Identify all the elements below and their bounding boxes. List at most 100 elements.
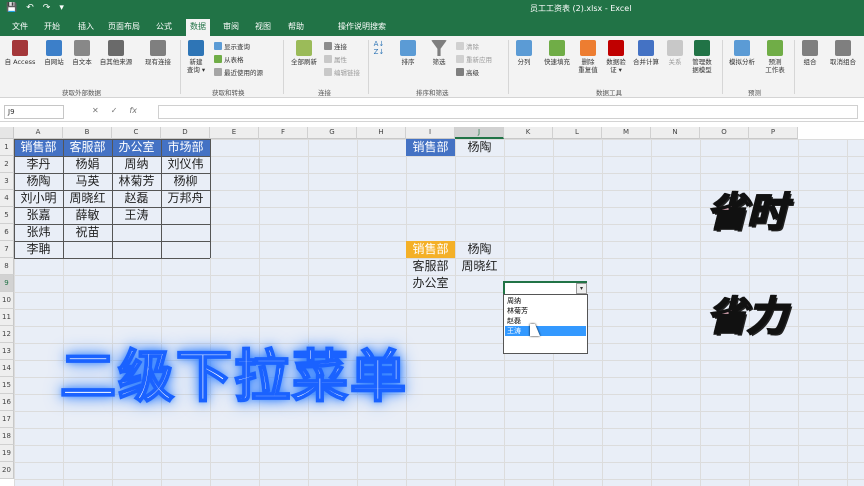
- from-text-button[interactable]: 自文本: [68, 40, 96, 66]
- row-header-13[interactable]: 13: [0, 343, 14, 360]
- flash-fill-button[interactable]: 快速填充: [540, 40, 574, 66]
- column-header-g[interactable]: G: [308, 127, 357, 139]
- table-cell[interactable]: 周晓红: [63, 190, 112, 207]
- column-header-b[interactable]: B: [63, 127, 112, 139]
- refresh-all-button[interactable]: 全部刷新: [287, 40, 321, 66]
- redo-icon[interactable]: ↷: [43, 3, 51, 13]
- recent-sources-button[interactable]: 最近使用的源: [214, 68, 263, 78]
- cancel-icon[interactable]: ✕: [92, 106, 99, 115]
- row-header-5[interactable]: 5: [0, 207, 14, 224]
- row-header-12[interactable]: 12: [0, 326, 14, 343]
- data-validation-button[interactable]: 数据验证 ▾: [603, 40, 629, 74]
- customize-icon[interactable]: ▾: [59, 3, 64, 13]
- ungroup-button[interactable]: 取消组合: [824, 40, 862, 66]
- sort-az-button[interactable]: A↓ Z↓: [372, 40, 386, 56]
- table-cell[interactable]: 杨陶: [14, 173, 63, 190]
- from-table-button[interactable]: 从表格: [214, 55, 244, 65]
- remove-duplicates-button[interactable]: 删除 重复值: [574, 40, 602, 74]
- dept-header-cell[interactable]: 办公室: [112, 139, 161, 156]
- table-cell[interactable]: 薛敏: [63, 207, 112, 224]
- column-header-c[interactable]: C: [112, 127, 161, 139]
- row-header-19[interactable]: 19: [0, 445, 14, 462]
- table-cell[interactable]: [112, 224, 161, 241]
- column-header-d[interactable]: D: [161, 127, 210, 139]
- column-header-i[interactable]: I: [406, 127, 455, 139]
- table-cell[interactable]: [161, 241, 210, 258]
- row-header-14[interactable]: 14: [0, 360, 14, 377]
- group-button[interactable]: 组合: [798, 40, 822, 66]
- forecast-sheet-button[interactable]: 预测 工作表: [761, 40, 789, 74]
- dropdown-option[interactable]: 林菊芳: [505, 306, 586, 316]
- lookup-name-cell[interactable]: 周晓红: [455, 258, 504, 275]
- row-header-6[interactable]: 6: [0, 224, 14, 241]
- text-to-columns-button[interactable]: 分列: [512, 40, 536, 66]
- manage-data-model-button[interactable]: 管理数 据模型: [688, 40, 716, 74]
- table-cell[interactable]: 刘小明: [14, 190, 63, 207]
- sort-button[interactable]: 排序: [396, 40, 420, 66]
- validation-dropdown-list[interactable]: 周纳 林菊芳 赵磊 王涛: [503, 294, 588, 354]
- new-query-button[interactable]: 新建 查询 ▾: [184, 40, 208, 74]
- dept-header-cell[interactable]: 市场部: [161, 139, 210, 156]
- table-cell[interactable]: 万邦舟: [161, 190, 210, 207]
- row-header-18[interactable]: 18: [0, 428, 14, 445]
- tab-9[interactable]: 操作说明搜索: [334, 20, 390, 36]
- table-cell[interactable]: [112, 241, 161, 258]
- dropdown-arrow-icon[interactable]: ▾: [576, 283, 587, 294]
- table-cell[interactable]: 杨柳: [161, 173, 210, 190]
- filter-button[interactable]: 筛选: [427, 40, 451, 66]
- dept-header-cell[interactable]: 客服部: [63, 139, 112, 156]
- existing-connections-button[interactable]: 现有连接: [140, 40, 176, 66]
- lookup-dept-cell[interactable]: 客服部: [406, 258, 455, 275]
- table-cell[interactable]: 李丹: [14, 156, 63, 173]
- tab-1[interactable]: 开始: [40, 20, 64, 36]
- confirm-icon[interactable]: ✓: [111, 106, 118, 115]
- table-cell[interactable]: 张嘉: [14, 207, 63, 224]
- name-box[interactable]: J9: [4, 105, 64, 119]
- tab-0[interactable]: 文件: [8, 20, 32, 36]
- tab-7[interactable]: 视图: [251, 20, 275, 36]
- table-cell[interactable]: 王涛: [112, 207, 161, 224]
- fx-icon[interactable]: fx: [129, 106, 137, 115]
- column-header-n[interactable]: N: [651, 127, 700, 139]
- save-icon[interactable]: 💾: [6, 3, 17, 13]
- dropdown-option[interactable]: 周纳: [505, 296, 586, 306]
- column-header-p[interactable]: P: [749, 127, 798, 139]
- advanced-filter-button[interactable]: 高级: [456, 68, 479, 78]
- tab-8[interactable]: 帮助: [284, 20, 308, 36]
- tab-3[interactable]: 页面布局: [104, 20, 144, 36]
- table-cell[interactable]: [161, 224, 210, 241]
- column-header-a[interactable]: A: [14, 127, 63, 139]
- table-cell[interactable]: 张炜: [14, 224, 63, 241]
- table-cell[interactable]: [63, 241, 112, 258]
- table-cell[interactable]: 马英: [63, 173, 112, 190]
- table-cell[interactable]: 周纳: [112, 156, 161, 173]
- what-if-analysis-button[interactable]: 模拟分析: [725, 40, 759, 66]
- tab-6[interactable]: 审阅: [219, 20, 243, 36]
- table-cell[interactable]: 刘仪伟: [161, 156, 210, 173]
- table-cell[interactable]: 赵磊: [112, 190, 161, 207]
- dropdown-option[interactable]: 赵磊: [505, 316, 586, 326]
- row-header-8[interactable]: 8: [0, 258, 14, 275]
- column-header-l[interactable]: L: [553, 127, 602, 139]
- undo-icon[interactable]: ↶: [26, 3, 34, 13]
- table-cell[interactable]: 杨娟: [63, 156, 112, 173]
- table-cell[interactable]: 李聃: [14, 241, 63, 258]
- formula-input[interactable]: [158, 105, 858, 119]
- column-header-o[interactable]: O: [700, 127, 749, 139]
- from-web-button[interactable]: 自网站: [40, 40, 68, 66]
- dept-header-cell[interactable]: 销售部: [14, 139, 63, 156]
- row-header-17[interactable]: 17: [0, 411, 14, 428]
- row-header-16[interactable]: 16: [0, 394, 14, 411]
- tab-4[interactable]: 公式: [152, 20, 176, 36]
- row-header-2[interactable]: 2: [0, 156, 14, 173]
- consolidate-button[interactable]: 合并计算: [629, 40, 663, 66]
- row-header-7[interactable]: 7: [0, 241, 14, 258]
- tab-2[interactable]: 插入: [74, 20, 98, 36]
- row-header-9[interactable]: 9: [0, 275, 14, 292]
- column-header-f[interactable]: F: [259, 127, 308, 139]
- lookup-name-cell[interactable]: 杨陶: [455, 241, 504, 258]
- lookup-dept-cell[interactable]: 销售部: [406, 241, 455, 258]
- table-cell[interactable]: [161, 207, 210, 224]
- column-header-h[interactable]: H: [357, 127, 406, 139]
- row-header-20[interactable]: 20: [0, 462, 14, 479]
